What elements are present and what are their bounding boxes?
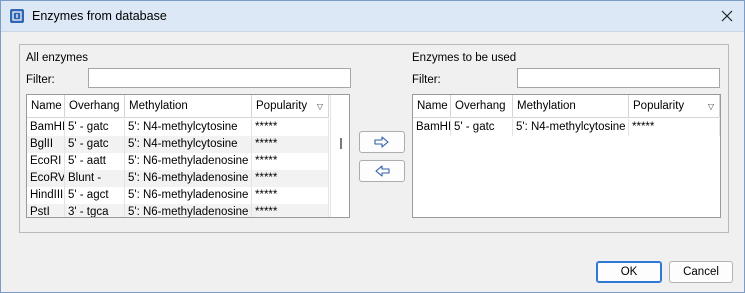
enzymes-to-use-label: Enzymes to be used — [412, 52, 517, 64]
left-filter-label: Filter: — [26, 74, 55, 86]
col-name-header[interactable]: Name — [413, 95, 451, 118]
close-button[interactable] — [714, 3, 740, 29]
cell-methylation: 5': N4-methylcytosine — [125, 119, 252, 136]
enzymes-to-use-table: Name Overhang Methylation Popularity ▽ B… — [412, 94, 721, 218]
cell-methylation: 5': N6-methyladenosine — [125, 204, 252, 217]
col-popularity-header[interactable]: Popularity ▽ — [629, 95, 720, 118]
table-row[interactable]: BamHI 5' - gatc 5': N4-methylcytosine **… — [27, 119, 329, 136]
close-icon — [721, 10, 733, 22]
col-popularity-label: Popularity — [256, 100, 308, 112]
left-table-scrollbar[interactable] — [330, 95, 349, 217]
table-row[interactable]: BglII 5' - gatc 5': N4-methylcytosine **… — [27, 136, 329, 153]
cell-overhang: 5' - gatc — [65, 119, 125, 136]
cell-popularity: ***** — [629, 119, 720, 136]
cell-name: BamHI — [413, 119, 451, 136]
cell-name: PstI — [27, 204, 65, 217]
cell-overhang: 5' - aatt — [65, 153, 125, 170]
cell-overhang: Blunt - — [65, 170, 125, 187]
cell-popularity: ***** — [252, 204, 329, 217]
cell-name: EcoRV — [27, 170, 65, 187]
cell-methylation: 5': N6-methyladenosine — [125, 153, 252, 170]
cell-overhang: 3' - tgca — [65, 204, 125, 217]
add-enzyme-button[interactable] — [359, 131, 405, 153]
all-enzymes-table: Name Overhang Methylation Popularity ▽ B… — [26, 94, 350, 218]
title-bar[interactable]: Enzymes from database — [1, 1, 744, 32]
cell-overhang: 5' - agct — [65, 187, 125, 204]
cancel-button[interactable]: Cancel — [669, 261, 733, 283]
table-row[interactable]: BamHI 5' - gatc 5': N4-methylcytosine **… — [413, 119, 720, 136]
col-methylation-header[interactable]: Methylation — [125, 95, 252, 118]
cell-name: EcoRI — [27, 153, 65, 170]
enzyme-selection-group: All enzymes Filter: Name Overhang Methyl… — [19, 44, 729, 233]
col-overhang-header[interactable]: Overhang — [65, 95, 125, 118]
table-row[interactable]: EcoRV Blunt - 5': N6-methyladenosine ***… — [27, 170, 329, 187]
ok-button[interactable]: OK — [596, 261, 662, 283]
col-overhang-header[interactable]: Overhang — [451, 95, 513, 118]
cell-overhang: 5' - gatc — [65, 136, 125, 153]
all-enzymes-rows: BamHI 5' - gatc 5': N4-methylcytosine **… — [27, 119, 329, 217]
table-row[interactable]: PstI 3' - tgca 5': N6-methyladenosine **… — [27, 204, 329, 217]
col-methylation-header[interactable]: Methylation — [513, 95, 629, 118]
sort-down-icon: ▽ — [707, 102, 714, 111]
enzymes-to-use-rows: BamHI 5' - gatc 5': N4-methylcytosine **… — [413, 119, 720, 136]
arrow-left-icon — [375, 165, 390, 177]
cell-name: BglII — [27, 136, 65, 153]
cell-name: BamHI — [27, 119, 65, 136]
col-popularity-header[interactable]: Popularity ▽ — [252, 95, 329, 118]
table-row[interactable]: HindIII 5' - agct 5': N6-methyladenosine… — [27, 187, 329, 204]
cell-methylation: 5': N6-methyladenosine — [125, 187, 252, 204]
cell-name: HindIII — [27, 187, 65, 204]
table-row[interactable]: EcoRI 5' - aatt 5': N6-methyladenosine *… — [27, 153, 329, 170]
window-title: Enzymes from database — [32, 9, 167, 23]
cell-popularity: ***** — [252, 153, 329, 170]
all-enzymes-label: All enzymes — [26, 52, 88, 64]
all-enzymes-header: Name Overhang Methylation Popularity ▽ — [27, 95, 329, 118]
col-name-header[interactable]: Name — [27, 95, 65, 118]
cell-overhang: 5' - gatc — [451, 119, 513, 136]
left-filter-input[interactable] — [88, 68, 351, 88]
right-filter-input[interactable] — [517, 68, 720, 88]
cell-popularity: ***** — [252, 119, 329, 136]
cell-popularity: ***** — [252, 136, 329, 153]
cell-popularity: ***** — [252, 170, 329, 187]
dialog-window: Enzymes from database All enzymes Filter… — [0, 0, 745, 293]
app-icon — [10, 9, 24, 23]
cell-methylation: 5': N6-methyladenosine — [125, 170, 252, 187]
cell-methylation: 5': N4-methylcytosine — [125, 136, 252, 153]
col-popularity-label: Popularity — [633, 100, 685, 112]
cell-popularity: ***** — [252, 187, 329, 204]
right-filter-label: Filter: — [412, 74, 441, 86]
enzymes-to-use-header: Name Overhang Methylation Popularity ▽ — [413, 95, 720, 118]
cell-methylation: 5': N4-methylcytosine — [513, 119, 629, 136]
remove-enzyme-button[interactable] — [359, 160, 405, 182]
arrow-right-icon — [374, 136, 389, 148]
scrollbar-thumb[interactable] — [340, 138, 342, 149]
sort-down-icon: ▽ — [316, 102, 323, 111]
